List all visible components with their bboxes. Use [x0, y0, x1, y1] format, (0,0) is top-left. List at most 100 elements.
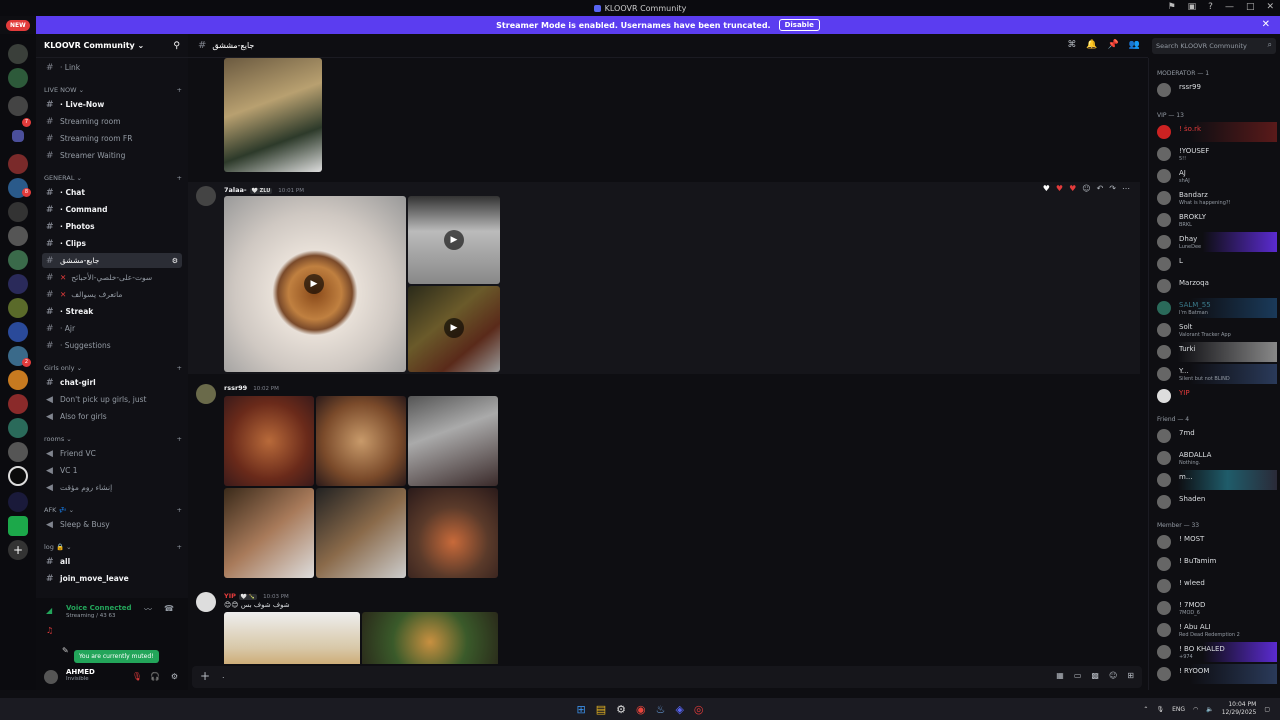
pin-icon[interactable]: 📌 [1108, 40, 1119, 50]
server-icon[interactable] [8, 370, 28, 390]
server-icon[interactable] [8, 274, 28, 294]
attachment-image[interactable] [316, 396, 406, 486]
channel-streak[interactable]: # · Streak [42, 304, 182, 319]
channel-join-move[interactable]: # join_move_leave [42, 571, 182, 586]
channel-streaming-room-fr[interactable]: # Streaming room FR [42, 131, 182, 146]
channel-all[interactable]: # all [42, 554, 182, 569]
avatar[interactable] [44, 670, 58, 684]
clock[interactable]: 10:04 PM 12/29/2025 [1222, 701, 1257, 717]
deafen-icon[interactable]: 🎧 [150, 672, 160, 681]
server-icon[interactable] [8, 298, 28, 318]
mic-icon[interactable]: 🎙 [1156, 706, 1164, 713]
attachment-image[interactable] [224, 58, 322, 172]
channel-streaming-room[interactable]: # Streaming room [42, 114, 182, 129]
channel-insha[interactable]: ◀ إنشاء روم مؤقت [42, 480, 182, 495]
member-item[interactable]: Turki [1153, 342, 1277, 362]
category-log[interactable]: log 🔒 ⌄ + [44, 543, 182, 551]
member-item[interactable]: ! ṡo.rk [1153, 122, 1277, 142]
folder-icon[interactable] [12, 130, 24, 142]
category-rooms[interactable]: rooms ⌄ + [44, 435, 182, 443]
attachment-image[interactable] [224, 396, 314, 486]
member-item[interactable]: L [1153, 254, 1277, 274]
channel-chat[interactable]: # · Chat [42, 185, 182, 200]
threads-icon[interactable]: ⌘ [1067, 40, 1076, 50]
mute-mic-icon[interactable]: 🎙 [132, 672, 142, 681]
attachment-image[interactable] [316, 488, 406, 578]
member-item[interactable]: ! BuTamim [1153, 554, 1277, 574]
channel-voice-sad[interactable]: # ✕ سوت-على-خلصي-الأحبائح [42, 270, 182, 285]
server-icon[interactable] [8, 250, 28, 270]
more-icon[interactable]: ⋯ [1122, 184, 1130, 193]
sticker-icon[interactable]: ▩ [1091, 671, 1099, 680]
category-general[interactable]: GENERAL ⌄ + [44, 174, 182, 182]
channel-whisper[interactable]: # ✕ ماتعرف يسوالف [42, 287, 182, 302]
member-item[interactable]: 7md [1153, 426, 1277, 446]
member-item[interactable]: Dhay LuneDee [1153, 232, 1277, 252]
avatar[interactable] [196, 592, 216, 612]
message-author[interactable]: 7alaa- 🤍 ZLU 10:01 PM [224, 186, 304, 194]
maximize-button[interactable]: □ [1246, 2, 1255, 12]
user-name[interactable]: AHMED Invisible [66, 668, 95, 682]
add-channel-icon[interactable]: + [177, 364, 182, 372]
attachment-image[interactable] [408, 396, 498, 486]
channel-live-now[interactable]: # · Live-Now [42, 97, 182, 112]
channel-suggestions[interactable]: # · Suggestions [42, 338, 182, 353]
heart-icon[interactable]: ♥ [1056, 184, 1063, 193]
gif-icon[interactable]: ▭ [1074, 671, 1082, 680]
settings-icon[interactable]: ⚙ [616, 703, 626, 716]
apps-icon[interactable]: ⊞ [1127, 671, 1134, 680]
member-item[interactable]: SALM_55 I'm Batman [1153, 298, 1277, 318]
add-reaction-icon[interactable]: ☺ [1082, 184, 1090, 193]
server-icon[interactable] [8, 154, 28, 174]
play-icon[interactable]: ▶ [304, 274, 324, 294]
category-afk[interactable]: AFK 💤 ⌄ + [44, 506, 182, 514]
notifications-icon[interactable]: ▢ [1264, 706, 1270, 713]
add-channel-icon[interactable]: + [177, 506, 182, 514]
bell-icon[interactable]: 🔔 [1086, 40, 1097, 50]
member-item[interactable]: Y... Silent but not BLIND [1153, 364, 1277, 384]
member-item[interactable]: Bandarz What is happening?! [1153, 188, 1277, 208]
wifi-icon[interactable]: ◠ [1193, 706, 1198, 713]
avatar[interactable] [196, 186, 216, 206]
add-server-icon[interactable]: + [8, 540, 28, 560]
reply-icon[interactable]: ↶ [1097, 184, 1104, 193]
category-live[interactable]: LIVE NOW ⌄ + [44, 86, 182, 94]
server-icon[interactable] [8, 492, 28, 512]
channel-streamer-waiting[interactable]: # Streamer Waiting [42, 148, 182, 163]
member-item[interactable]: ! RYOOM [1153, 664, 1277, 684]
channel-sleep[interactable]: ◀ Sleep & Busy [42, 517, 182, 532]
gift-icon[interactable]: ▦ [1056, 671, 1064, 680]
app-icon[interactable]: ◎ [694, 703, 704, 716]
video-attachment[interactable]: ▶ [408, 196, 500, 284]
channel-vc1[interactable]: ◀ VC 1 [42, 463, 182, 478]
server-icon[interactable] [8, 322, 28, 342]
disconnect-icon[interactable]: ☎ [164, 604, 174, 613]
video-attachment[interactable]: ▶ [224, 196, 406, 372]
channel-clips[interactable]: # · Clips [42, 236, 182, 251]
play-icon[interactable]: ▶ [444, 318, 464, 338]
minimize-button[interactable]: — [1225, 2, 1234, 12]
chevron-up-icon[interactable]: ⌃ [1143, 706, 1148, 713]
headphone-icon[interactable]: ♫ [46, 626, 53, 635]
windows-start-icon[interactable]: ⊞ [576, 703, 585, 716]
forward-icon[interactable]: ↷ [1109, 184, 1116, 193]
voice-status[interactable]: Voice Connected [66, 604, 132, 612]
channel-also-girls[interactable]: ◀ Also for girls [42, 409, 182, 424]
screen-icon[interactable]: ▣ [1188, 2, 1197, 12]
channel-ajr[interactable]: # · Ajr [42, 321, 182, 336]
channel-selected[interactable]: # جايع-مششق ⚙ [42, 253, 182, 268]
member-item[interactable]: !YOUSEF 5!! [1153, 144, 1277, 164]
disable-button[interactable]: Disable [778, 19, 820, 31]
server-header[interactable]: KLOOVR Community ⌄ ⚲ [36, 34, 188, 58]
message-author[interactable]: YIP 🤍 🍾 10:03 PM [224, 592, 289, 600]
search-input[interactable]: Search KLOOVR Community ⌕ [1152, 38, 1276, 54]
server-icon[interactable] [8, 418, 28, 438]
member-item[interactable]: m... [1153, 470, 1277, 490]
add-channel-icon[interactable]: + [177, 174, 182, 182]
language-indicator[interactable]: ENG [1172, 706, 1185, 713]
pin-icon[interactable]: ⚑ [1168, 2, 1176, 12]
member-item[interactable]: ABDALLA Nothing. [1153, 448, 1277, 468]
settings-icon[interactable]: ⚙ [172, 257, 178, 265]
channel-link[interactable]: # · Link [42, 60, 182, 75]
server-icon[interactable] [8, 68, 28, 88]
